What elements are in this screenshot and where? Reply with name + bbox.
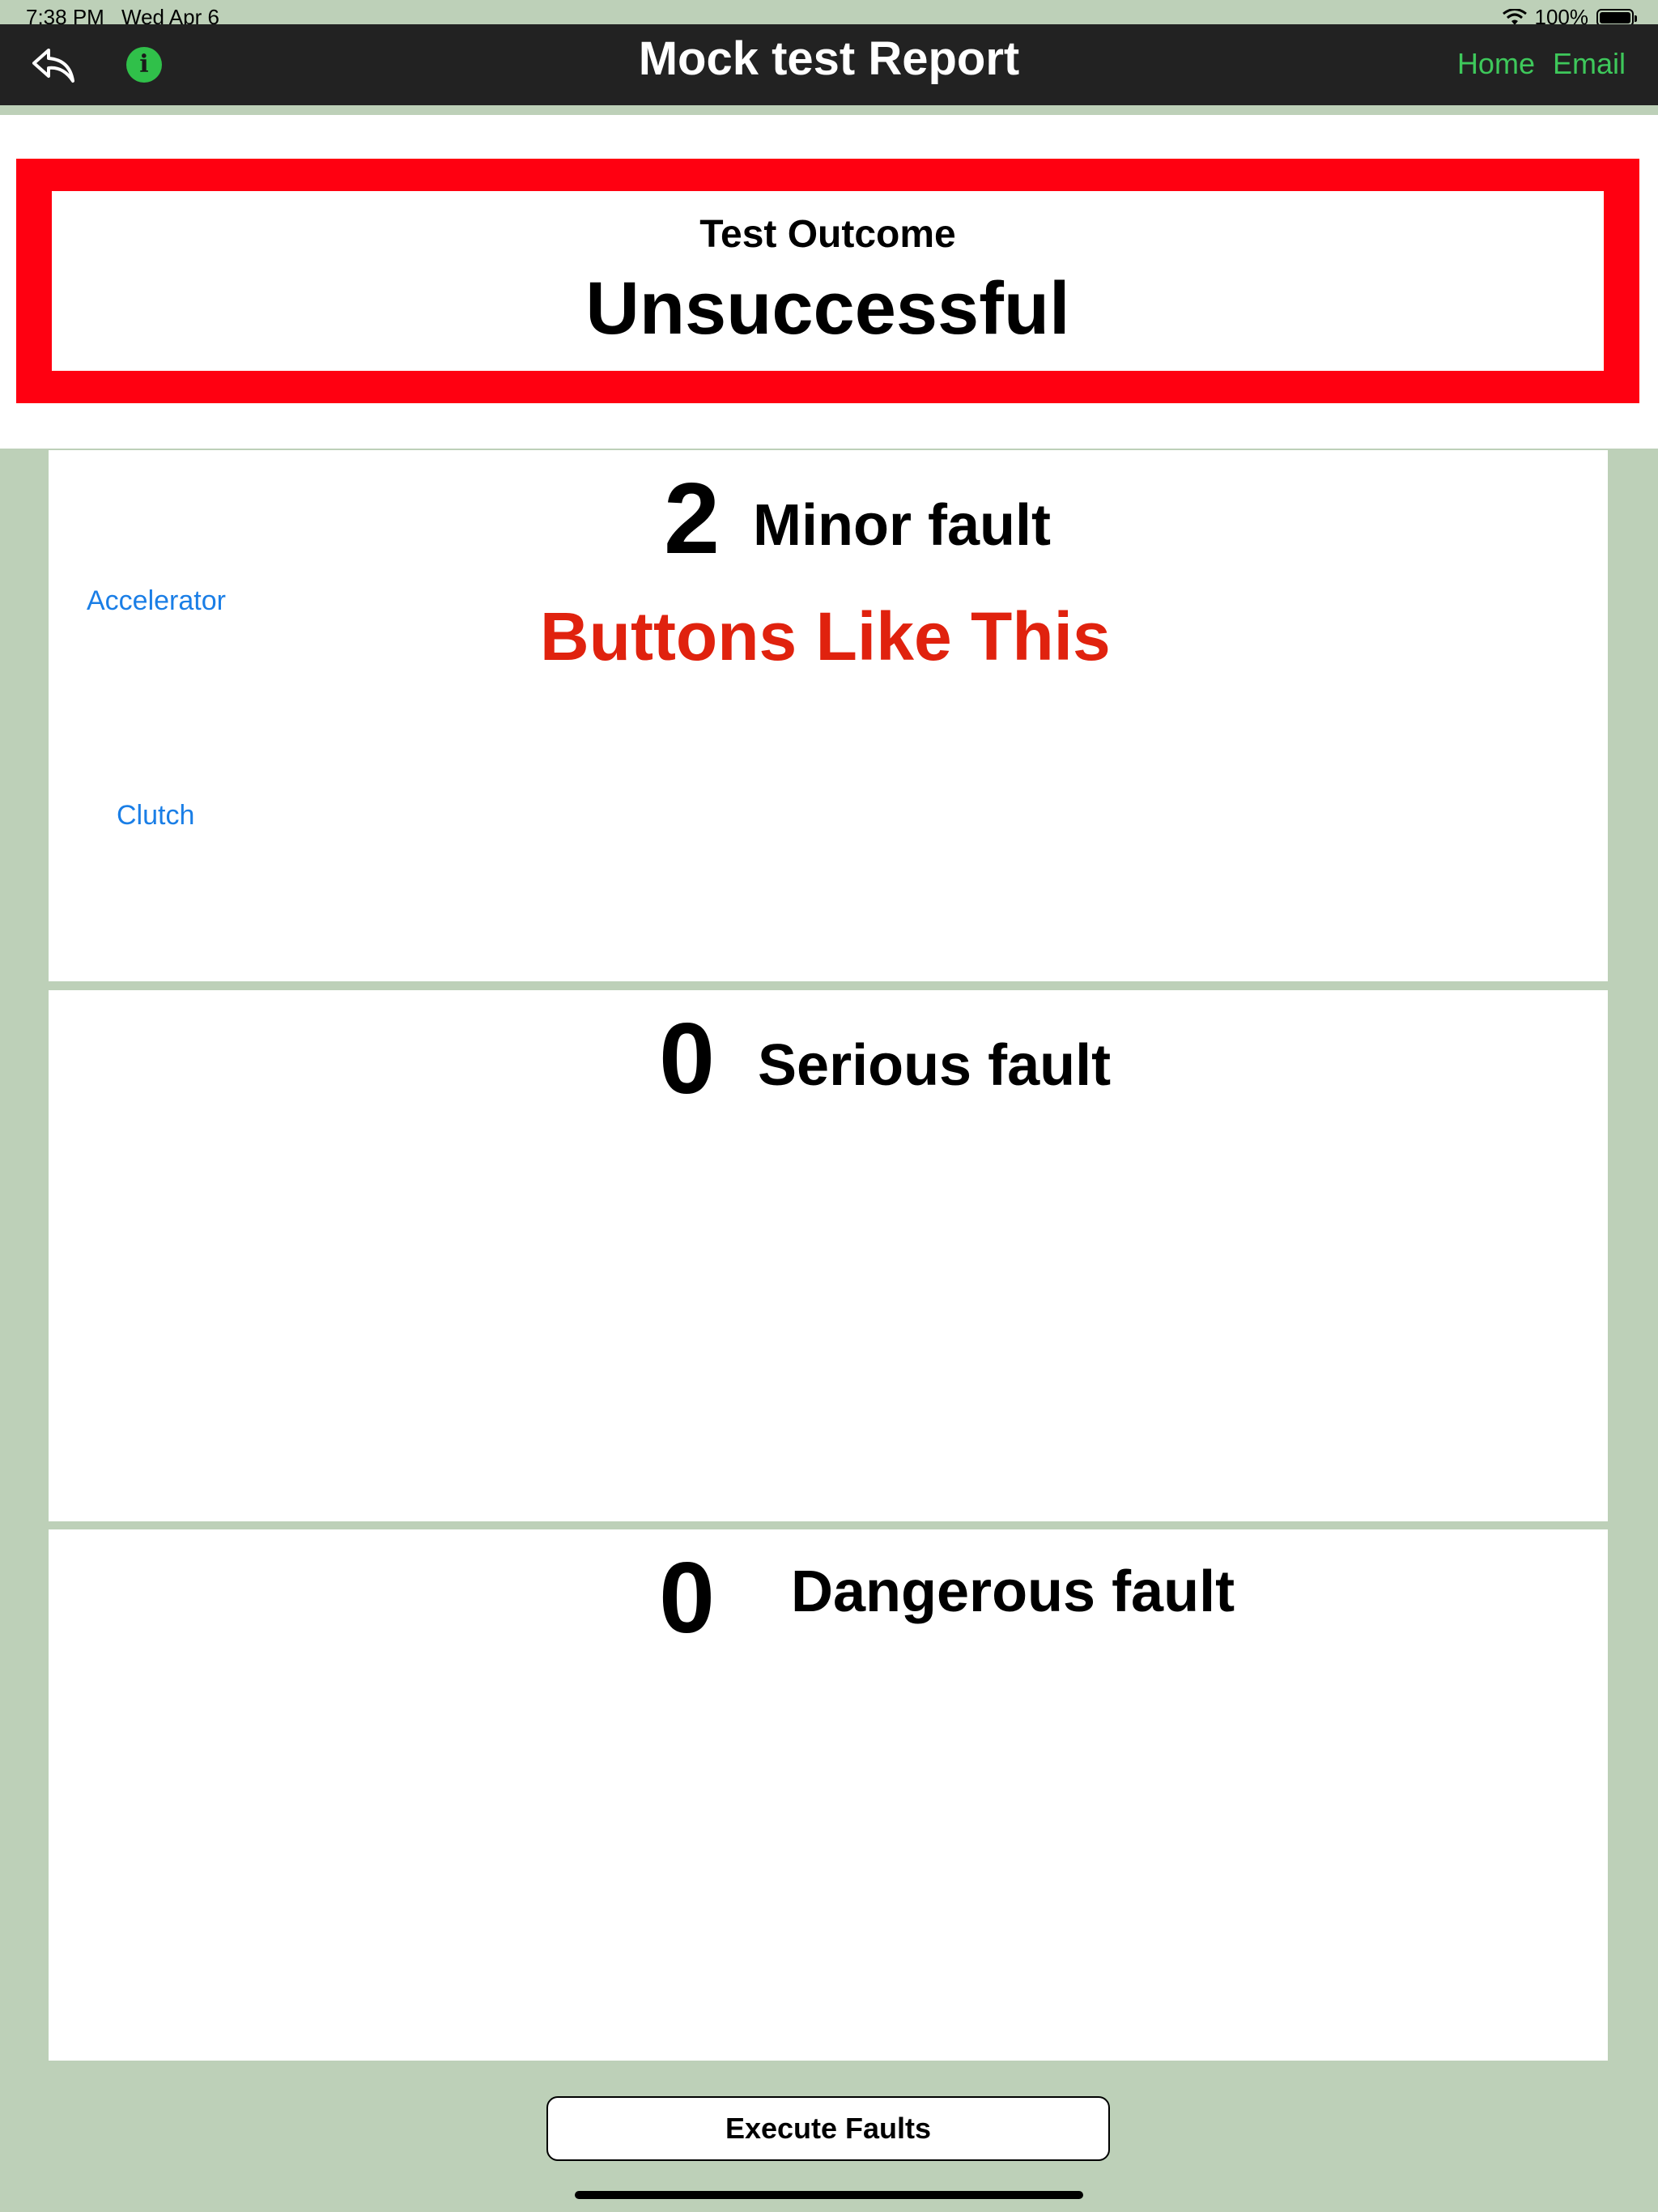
email-button[interactable]: Email: [1553, 47, 1626, 81]
fault-item-clutch[interactable]: Clutch: [117, 800, 194, 832]
buttons-note: Buttons Like This: [540, 598, 1111, 674]
outcome-box: Test Outcome Unsuccessful: [16, 159, 1639, 403]
dangerous-fault-count: 0: [659, 1542, 715, 1654]
nav-separator: [0, 105, 1658, 115]
battery-level: [1600, 11, 1630, 23]
serious-fault-label: Serious fault: [758, 1033, 1112, 1098]
status-bar: 7:38 PM Wed Apr 6 100%: [0, 0, 1658, 29]
execute-faults-button[interactable]: Execute Faults: [546, 2096, 1110, 2161]
outcome-section: Test Outcome Unsuccessful: [0, 115, 1658, 449]
outcome-label: Test Outcome: [699, 213, 956, 256]
serious-fault-count: 0: [659, 1003, 715, 1115]
outcome-value: Unsuccessful: [585, 267, 1070, 350]
minor-fault-label: Minor fault: [753, 493, 1051, 558]
nav-links: Home Email: [1457, 47, 1626, 81]
dangerous-fault-panel: 0 Dangerous fault: [49, 1529, 1608, 2061]
navigation-bar: Mock test Report i Home Email: [0, 24, 1658, 105]
home-button[interactable]: Home: [1457, 47, 1535, 81]
minor-fault-panel: 2 Minor fault Accelerator Buttons Like T…: [49, 450, 1608, 981]
home-indicator: [575, 2191, 1083, 2199]
reply-arrow-icon[interactable]: [31, 44, 76, 86]
fault-item-accelerator[interactable]: Accelerator: [87, 585, 226, 617]
dangerous-fault-label: Dangerous fault: [791, 1559, 1235, 1624]
serious-fault-panel: 0 Serious fault: [49, 990, 1608, 1521]
outcome-inner: Test Outcome Unsuccessful: [52, 191, 1604, 371]
minor-fault-count: 2: [664, 463, 720, 575]
info-icon[interactable]: i: [126, 47, 162, 83]
page-title: Mock test Report: [638, 32, 1020, 85]
